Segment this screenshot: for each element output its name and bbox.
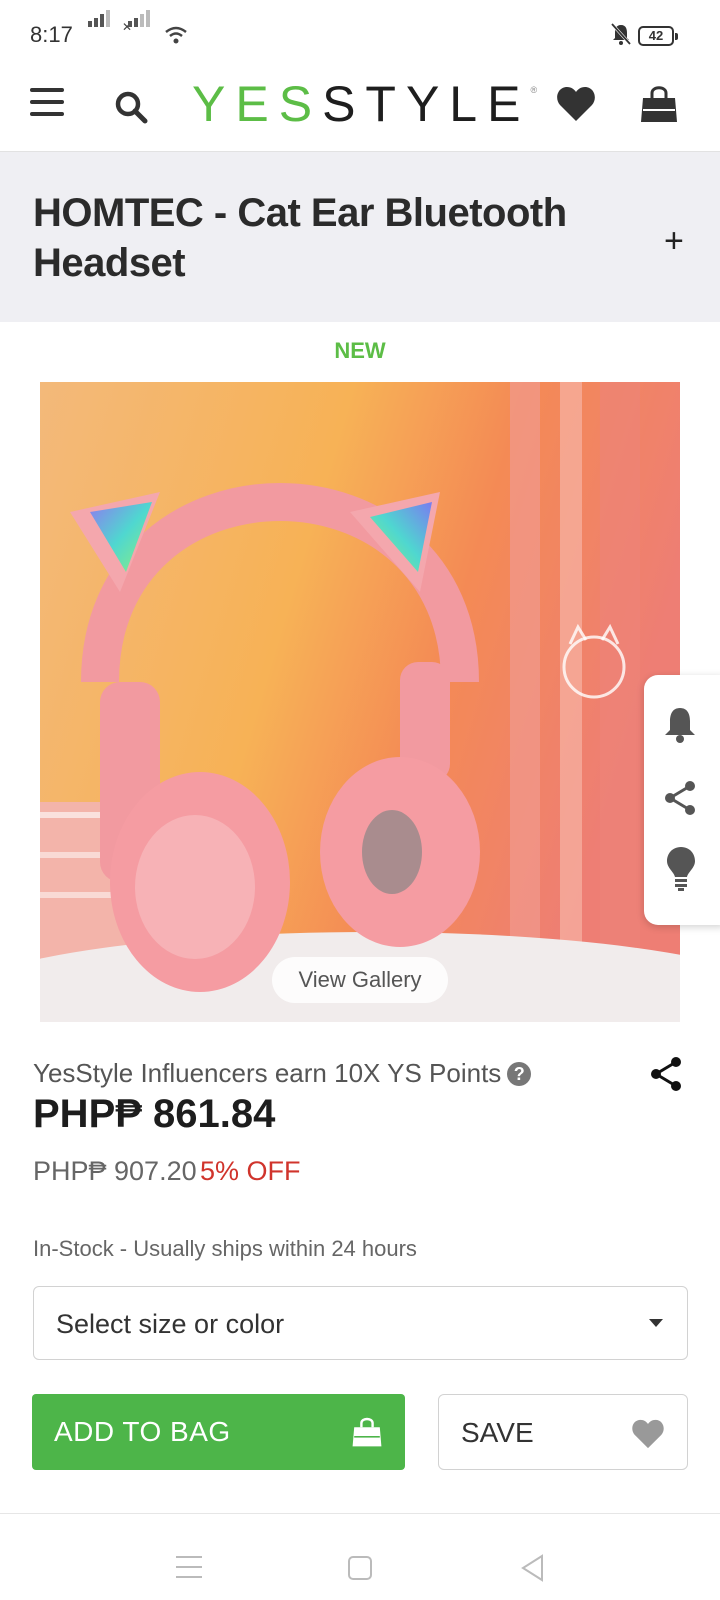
share-icon[interactable] [662, 780, 698, 821]
recent-apps-icon[interactable] [176, 1556, 202, 1578]
status-bar: 8:17 ✕ 42 [0, 0, 720, 70]
battery-icon: 42 [638, 26, 678, 46]
influencer-points-text: YesStyle Influencers earn 10X YS Points? [33, 1058, 532, 1089]
original-price: PHP₱ 907.20 [33, 1156, 197, 1186]
product-title-bar: HOMTEC - Cat Ear Bluetooth Headset + [0, 152, 720, 322]
product-title: HOMTEC - Cat Ear Bluetooth Headset [33, 191, 567, 285]
product-image[interactable] [40, 382, 680, 1022]
menu-icon[interactable] [30, 88, 64, 116]
wifi-icon [164, 26, 188, 49]
shopping-bag-icon [351, 1416, 383, 1453]
stock-status: In-Stock - Usually ships within 24 hours [33, 1236, 417, 1261]
back-icon[interactable] [520, 1554, 546, 1587]
select-placeholder: Select size or color [56, 1309, 285, 1339]
heart-icon [631, 1419, 665, 1454]
floating-action-panel [644, 675, 720, 925]
system-navigation-bar [0, 1513, 720, 1600]
size-color-select[interactable]: Select size or color [33, 1286, 688, 1360]
search-icon[interactable] [114, 90, 148, 129]
shopping-bag-icon[interactable] [640, 84, 678, 129]
brand-logo[interactable]: YESSTYLE® [192, 74, 537, 148]
status-time: 8:17 [30, 22, 73, 47]
current-price: PHP₱ 861.84 [33, 1092, 276, 1136]
home-icon[interactable] [348, 1556, 372, 1580]
discount-label: 5% OFF [200, 1156, 301, 1186]
chevron-down-icon [649, 1319, 663, 1327]
notifications-off-icon [610, 22, 632, 51]
help-icon[interactable]: ? [507, 1062, 532, 1086]
view-gallery-button[interactable]: View Gallery [272, 957, 448, 1003]
expand-plus-icon[interactable]: + [664, 222, 684, 261]
product-share-icon[interactable] [648, 1056, 684, 1097]
wishlist-heart-icon[interactable] [556, 86, 596, 127]
notification-bell-icon[interactable] [662, 705, 698, 748]
save-button[interactable]: SAVE [438, 1394, 688, 1470]
new-badge: NEW [334, 338, 386, 363]
lightbulb-icon[interactable] [666, 845, 696, 896]
add-to-bag-button[interactable]: ADD TO BAG [32, 1394, 405, 1470]
app-header: YESSTYLE® [0, 70, 720, 152]
